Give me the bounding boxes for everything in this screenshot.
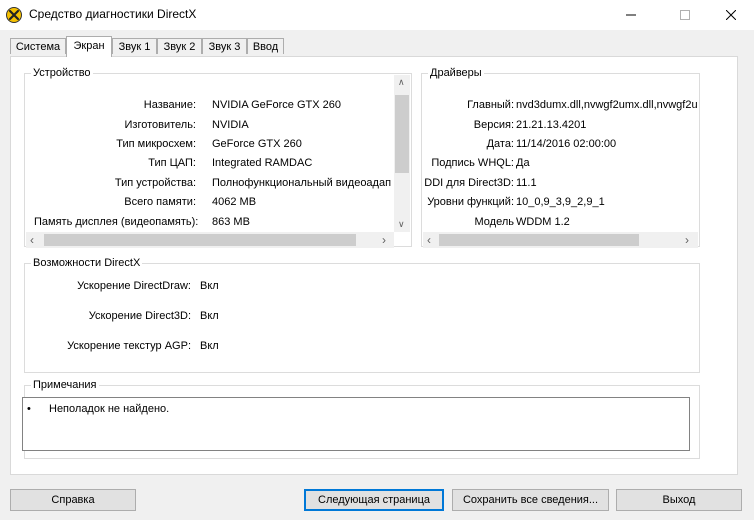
drivers-hscroll-thumb[interactable]: [439, 234, 639, 246]
tab-sound-3[interactable]: Звук 3: [202, 38, 247, 54]
minimize-button[interactable]: [608, 0, 654, 30]
device-value: Integrated RAMDAC: [212, 157, 313, 169]
chevron-right-icon[interactable]: ›: [382, 234, 386, 246]
device-hscroll-thumb[interactable]: [44, 234, 356, 246]
tab-sound-1[interactable]: Звук 1: [112, 38, 157, 54]
device-value: Полнофункциональный видеоадап: [212, 177, 392, 189]
driver-value: WDDM 1.2: [516, 216, 570, 228]
chevron-left-icon[interactable]: ‹: [30, 234, 34, 246]
maximize-button[interactable]: [662, 0, 708, 30]
driver-label: Главный:: [467, 99, 514, 111]
feature-value: Вкл: [200, 280, 219, 292]
close-icon: [726, 10, 736, 20]
device-label: Всего памяти:: [124, 196, 196, 208]
feature-value: Вкл: [200, 310, 219, 322]
device-label: Тип микросхем:: [116, 138, 196, 150]
chevron-down-icon[interactable]: ∨: [398, 219, 405, 229]
device-group-title: Устройство: [31, 67, 93, 79]
driver-label: Дата:: [486, 138, 514, 150]
directx-app-icon: [6, 7, 22, 23]
notes-textbox[interactable]: • Неполадок не найдено.: [22, 397, 690, 451]
device-value: 863 MB: [212, 216, 250, 228]
device-value: GeForce GTX 260: [212, 138, 302, 150]
driver-label: DDI для Direct3D:: [424, 177, 514, 189]
feature-label: Ускорение Direct3D:: [88, 310, 191, 322]
driver-label: Уровни функций:: [427, 196, 514, 208]
title-bar: Средство диагностики DirectX: [0, 0, 754, 30]
driver-label: Версия:: [473, 119, 514, 131]
feature-label: Ускорение DirectDraw:: [77, 280, 191, 292]
driver-value: nvd3dumx.dll,nvwgf2umx.dll,nvwgf2u: [516, 99, 698, 111]
device-vscroll-thumb[interactable]: [395, 95, 409, 173]
close-button[interactable]: [708, 0, 754, 30]
device-label: Тип устройства:: [114, 177, 196, 189]
chevron-left-icon[interactable]: ‹: [427, 234, 431, 246]
tab-display[interactable]: Экран: [66, 36, 112, 57]
save-all-button[interactable]: Сохранить все сведения...: [452, 489, 609, 511]
tab-input[interactable]: Ввод: [247, 38, 284, 54]
drivers-group-title: Драйверы: [428, 67, 484, 79]
device-horizontal-scrollbar[interactable]: ‹ ›: [26, 232, 394, 248]
bullet-icon: •: [27, 403, 31, 415]
drivers-horizontal-scrollbar[interactable]: ‹ ›: [423, 232, 698, 248]
notes-title: Примечания: [31, 379, 99, 391]
driver-value: Да: [516, 157, 530, 169]
chevron-up-icon[interactable]: ∧: [398, 77, 405, 87]
driver-value: 11.1: [516, 177, 537, 189]
device-label: Память дисплея (видеопамять):: [34, 216, 199, 228]
minimize-icon: [626, 14, 636, 16]
tab-system[interactable]: Система: [10, 38, 66, 54]
maximize-icon: [680, 10, 690, 20]
device-label: Название:: [143, 99, 196, 111]
window-title: Средство диагностики DirectX: [29, 7, 197, 21]
feature-value: Вкл: [200, 340, 219, 352]
next-page-button[interactable]: Следующая страница: [304, 489, 444, 511]
device-vertical-scrollbar[interactable]: ∧ ∨: [394, 75, 410, 232]
help-button[interactable]: Справка: [10, 489, 136, 511]
driver-value: 10_0,9_3,9_2,9_1: [516, 196, 605, 208]
directx-features-title: Возможности DirectX: [31, 257, 143, 269]
driver-label: Модель: [474, 216, 514, 228]
device-value: NVIDIA: [212, 119, 249, 131]
device-value: NVIDIA GeForce GTX 260: [212, 99, 341, 111]
feature-label: Ускорение текстур AGP:: [67, 340, 191, 352]
device-label: Тип ЦАП:: [148, 157, 196, 169]
tab-sound-2[interactable]: Звук 2: [157, 38, 202, 54]
device-value: 4062 MB: [212, 196, 257, 208]
driver-value: 21.21.13.4201: [516, 119, 587, 131]
device-label: Изготовитель:: [124, 119, 197, 131]
exit-button[interactable]: Выход: [616, 489, 742, 511]
driver-value: 11/14/2016 02:00:00: [516, 138, 617, 150]
notes-item-text: Неполадок не найдено.: [49, 403, 170, 415]
chevron-right-icon[interactable]: ›: [685, 234, 689, 246]
driver-label: Подпись WHQL:: [431, 157, 514, 169]
